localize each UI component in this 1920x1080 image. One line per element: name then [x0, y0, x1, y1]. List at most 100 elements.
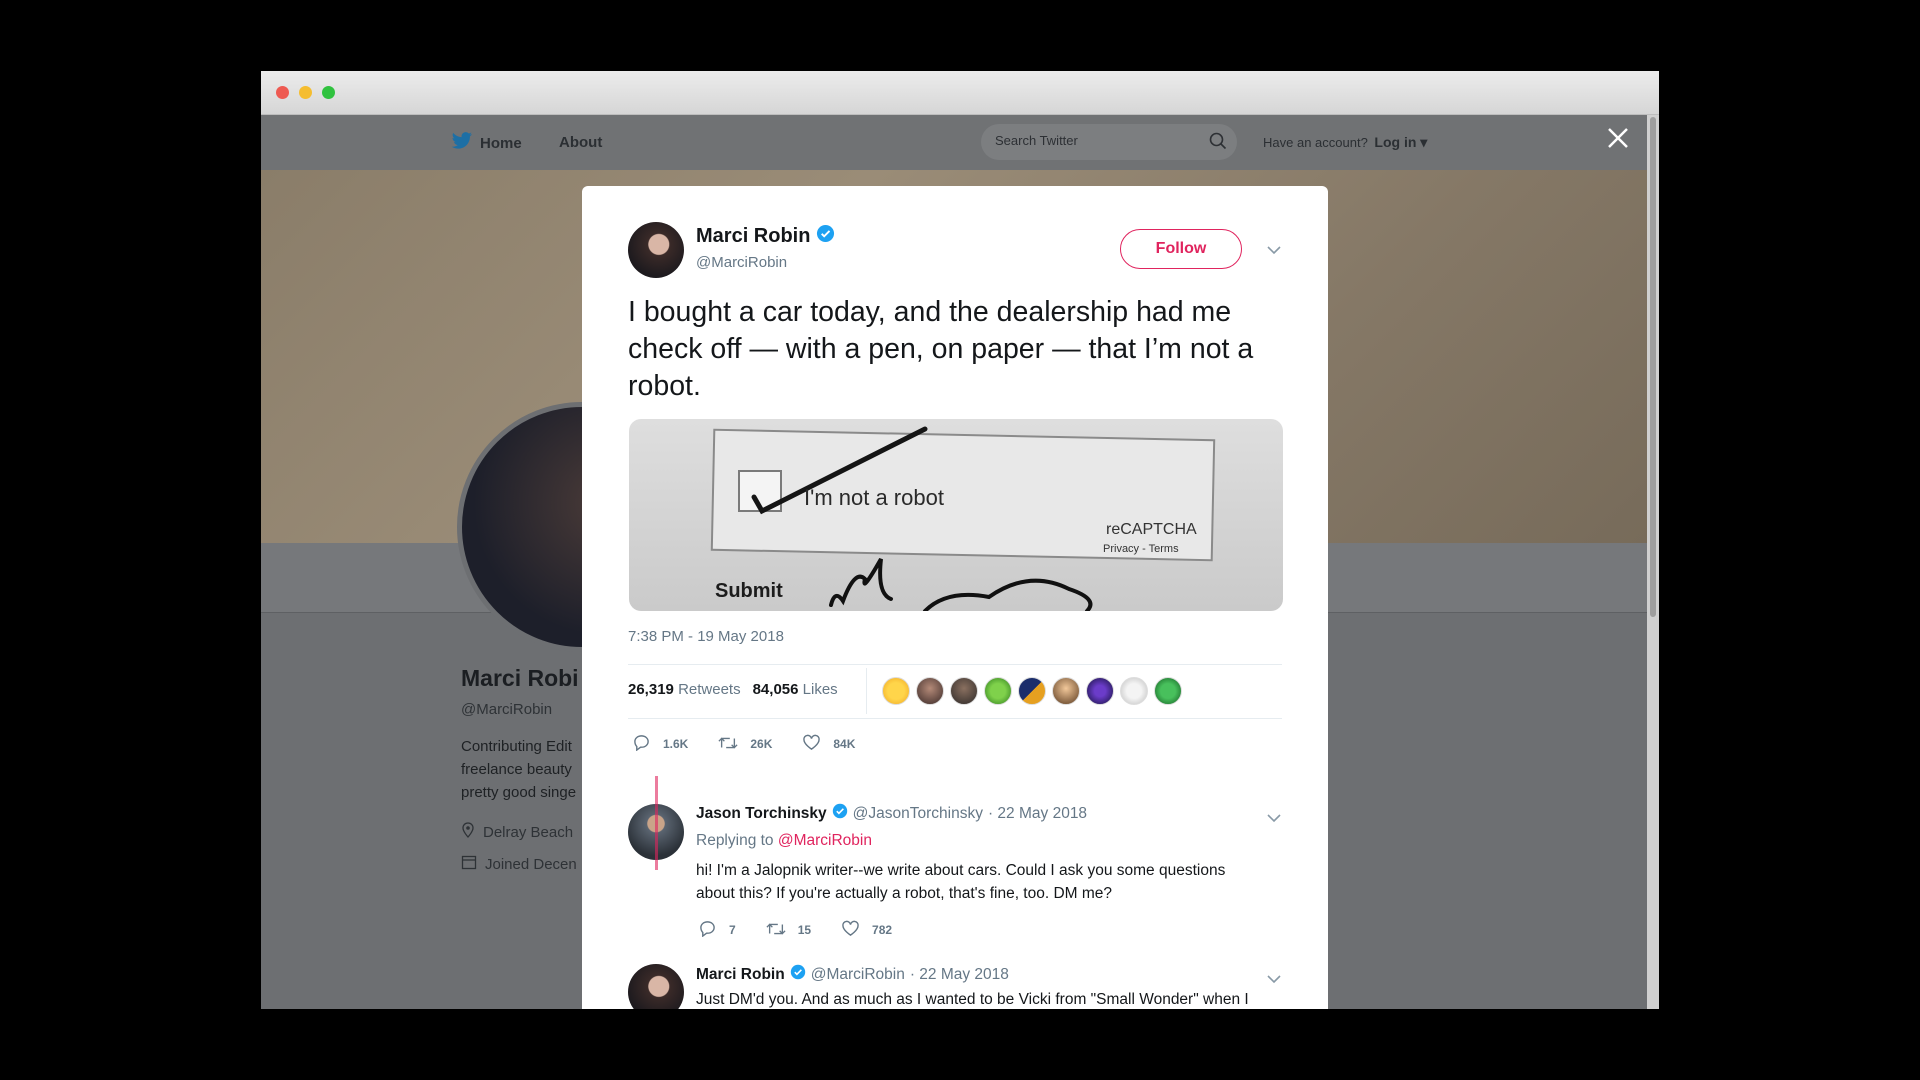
liker-avatar[interactable] — [1018, 677, 1046, 705]
nav-home-label: Home — [480, 134, 522, 152]
verified-badge-icon — [816, 224, 835, 249]
replying-prefix: Replying to — [696, 832, 774, 849]
reply-author-handle[interactable]: @JasonTorchinsky — [853, 805, 983, 823]
divider — [628, 664, 1282, 665]
search-input[interactable] — [995, 133, 1195, 148]
retweet-count: 15 — [797, 923, 812, 937]
profile-joined: Joined Decen — [461, 854, 577, 874]
retweets-count: 26,319 — [628, 681, 674, 698]
author-handle[interactable]: @MarciRobin — [696, 254, 787, 271]
heart-icon — [802, 734, 821, 754]
captcha-photo: I'm not a robot reCAPTCHA Privacy - Term… — [710, 426, 1216, 611]
account-area: Have an account? Log in ▾ — [1263, 134, 1427, 151]
profile-location: Delray Beach — [461, 822, 573, 842]
nav-home-link[interactable]: Home — [451, 132, 522, 154]
reply-date[interactable]: · 22 May 2018 — [988, 805, 1087, 823]
likes-count: 84,056 — [752, 681, 799, 698]
reply-actions: 7 15 782 — [698, 920, 922, 940]
liker-avatar[interactable] — [1120, 677, 1148, 705]
like-button[interactable]: 782 — [841, 920, 892, 940]
liker-avatar[interactable] — [882, 677, 910, 705]
chevron-down-icon[interactable] — [1266, 971, 1282, 989]
submit-label: Submit — [715, 580, 783, 602]
author-avatar[interactable] — [628, 222, 684, 278]
reply-count: 1.6K — [663, 737, 689, 751]
captcha-label: I'm not a robot — [804, 485, 944, 510]
joined-text: Joined Decen — [485, 855, 577, 873]
reply-avatar[interactable] — [628, 964, 684, 1009]
heart-icon — [841, 920, 860, 940]
thread-line — [655, 776, 658, 870]
divider — [866, 668, 867, 714]
verified-badge-icon — [790, 964, 806, 985]
liker-avatar[interactable] — [984, 677, 1012, 705]
reply-icon — [632, 734, 651, 754]
divider — [628, 718, 1282, 719]
retweet-button[interactable]: 15 — [766, 921, 811, 940]
reply-author-name[interactable]: Marci Robin — [696, 966, 785, 984]
tweet-image[interactable]: I'm not a robot reCAPTCHA Privacy - Term… — [629, 419, 1283, 611]
likes-label: Likes — [802, 681, 838, 698]
login-button[interactable]: Log in ▾ — [1374, 134, 1427, 150]
chevron-down-icon[interactable] — [1266, 242, 1282, 260]
reply-button[interactable]: 7 — [698, 920, 736, 940]
reply-icon — [698, 920, 717, 940]
twitter-bird-icon — [451, 132, 473, 154]
reply-count: 7 — [729, 923, 736, 937]
account-prompt: Have an account? — [1263, 135, 1368, 150]
retweet-button[interactable]: 26K — [718, 735, 772, 754]
close-window-button[interactable] — [276, 86, 289, 99]
like-button[interactable]: 84K — [802, 734, 855, 754]
reply-text-line: hi! I'm a Jalopnik writer--we write abou… — [696, 862, 1226, 879]
verified-badge-icon — [832, 803, 848, 824]
title-bar — [261, 71, 1659, 115]
captcha-brand: reCAPTCHA — [1106, 521, 1197, 538]
reply-text: hi! I'm a Jalopnik writer--we write abou… — [696, 859, 1276, 905]
search-icon[interactable] — [1209, 132, 1227, 155]
like-count: 782 — [872, 923, 893, 937]
like-count: 84K — [833, 737, 856, 751]
likes-stat[interactable]: 84,056 Likes — [753, 681, 838, 698]
location-text: Delray Beach — [483, 823, 574, 841]
liker-avatars — [882, 677, 1182, 705]
liker-avatar[interactable] — [1052, 677, 1080, 705]
liker-avatar[interactable] — [1154, 677, 1182, 705]
tweet-stats: 26,319 Retweets 84,056 Likes — [628, 681, 838, 698]
login-label: Log in — [1374, 134, 1417, 150]
scrollbar-thumb[interactable] — [1650, 117, 1656, 617]
tweet-actions: 1.6K 26K 84K — [632, 734, 885, 754]
page-scrollbar[interactable] — [1647, 115, 1659, 1009]
retweet-icon — [766, 921, 786, 940]
retweets-label: Retweets — [678, 681, 741, 698]
minimize-window-button[interactable] — [299, 86, 312, 99]
reply-header: Marci Robin @MarciRobin · 22 May 2018 — [696, 964, 1009, 985]
chevron-down-icon[interactable] — [1266, 810, 1282, 828]
replying-mention[interactable]: @MarciRobin — [778, 832, 872, 849]
profile-handle: @MarciRobin — [461, 701, 553, 718]
reply-button[interactable]: 1.6K — [632, 734, 688, 754]
tweet-timestamp[interactable]: 7:38 PM - 19 May 2018 — [628, 628, 784, 645]
top-nav: Home About Have an account? Log in ▾ — [261, 115, 1647, 170]
location-pin-icon — [461, 822, 475, 842]
liker-avatar[interactable] — [950, 677, 978, 705]
calendar-icon — [461, 854, 477, 874]
captcha-links: Privacy - Terms — [1103, 543, 1179, 555]
liker-avatar[interactable] — [916, 677, 944, 705]
follow-button[interactable]: Follow — [1120, 229, 1242, 269]
reply-text-line: Just DM'd you. And as much as I wanted t… — [696, 991, 1249, 1008]
nav-about-link[interactable]: About — [559, 134, 602, 151]
author-name-row[interactable]: Marci Robin — [696, 224, 835, 249]
author-name[interactable]: Marci Robin — [696, 225, 810, 248]
reply-text: Just DM'd you. And as much as I wanted t… — [696, 988, 1276, 1009]
liker-avatar[interactable] — [1086, 677, 1114, 705]
retweets-stat[interactable]: 26,319 Retweets — [628, 681, 741, 698]
reply-author-handle[interactable]: @MarciRobin — [811, 966, 905, 984]
maximize-window-button[interactable] — [322, 86, 335, 99]
close-modal-icon[interactable] — [1607, 127, 1629, 154]
tweet-modal: Marci Robin @MarciRobin Follow I bought … — [582, 186, 1328, 1009]
reply-text-line: about this? If you're actually a robot, … — [696, 885, 1113, 902]
profile-name: Marci Robi — [461, 665, 579, 691]
reply-date[interactable]: · 22 May 2018 — [910, 966, 1009, 984]
retweet-count: 26K — [750, 737, 773, 751]
reply-author-name[interactable]: Jason Torchinsky — [696, 805, 827, 823]
